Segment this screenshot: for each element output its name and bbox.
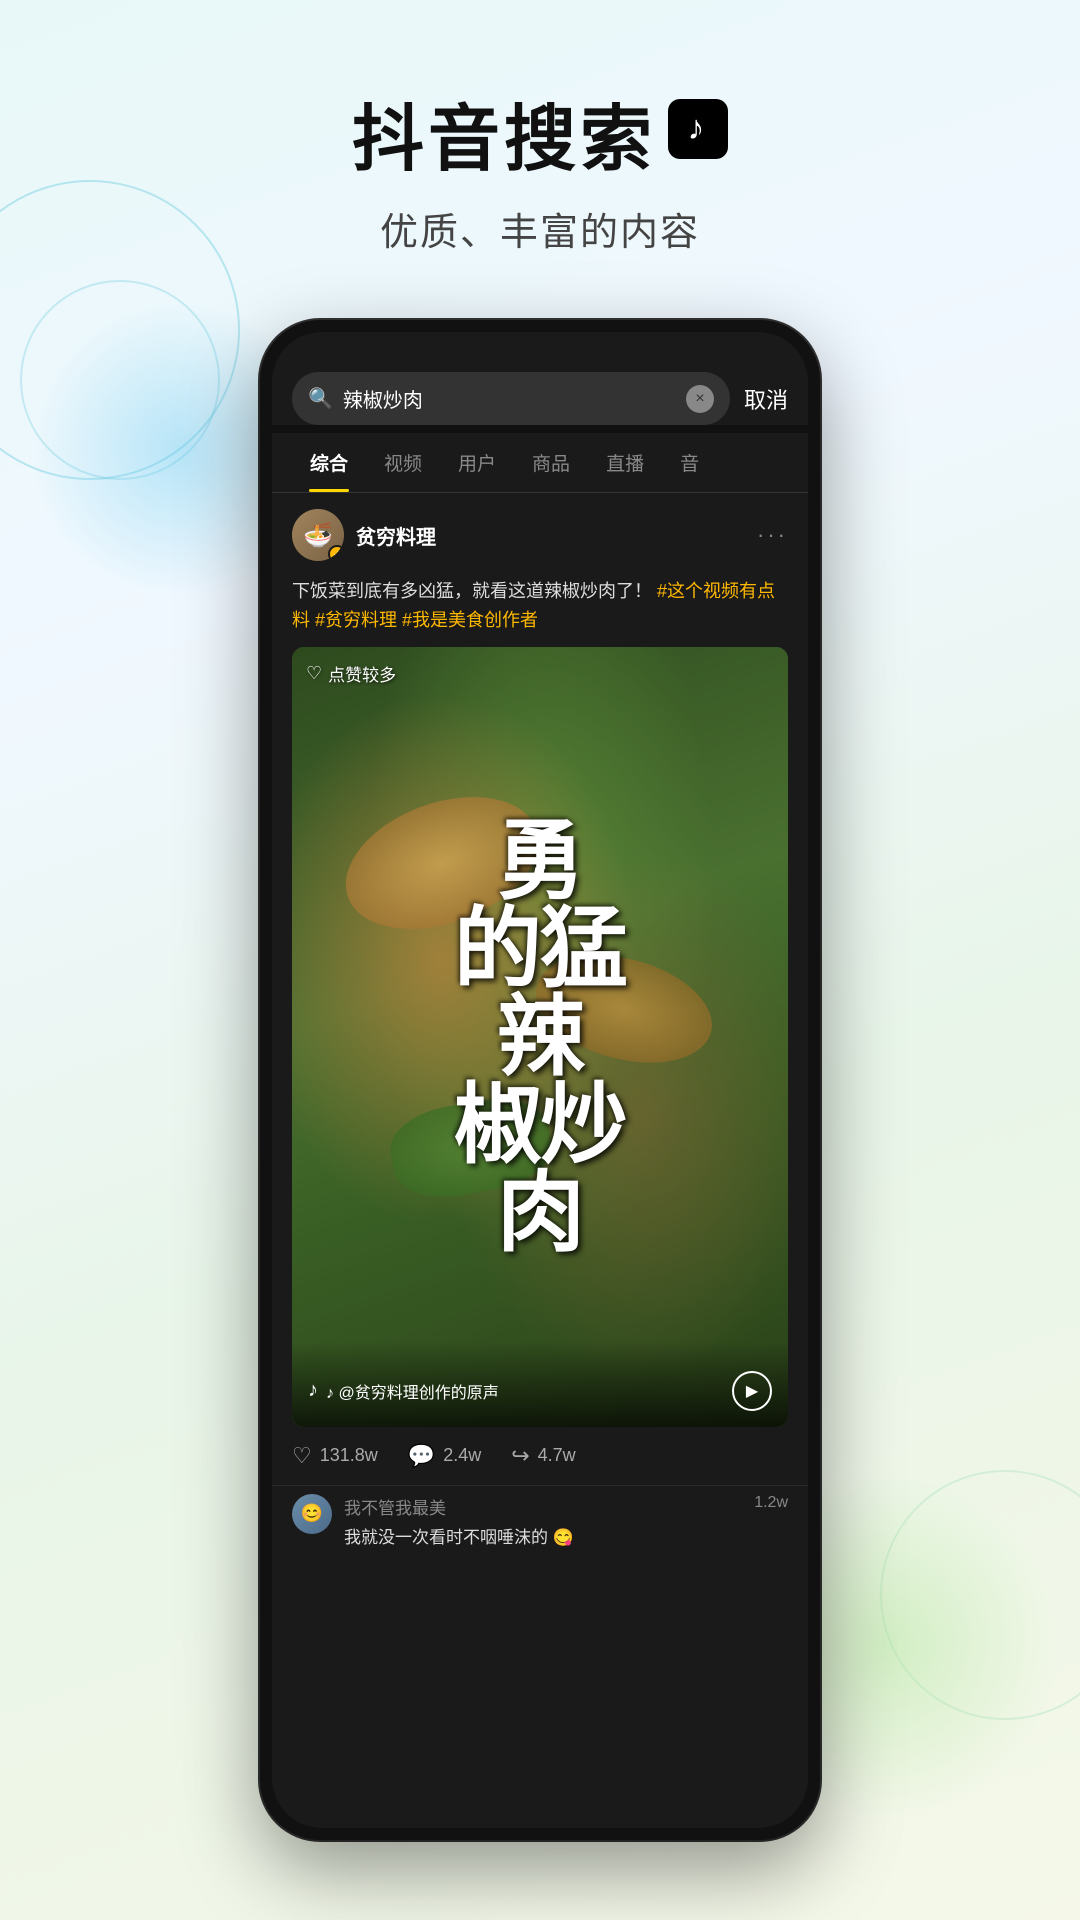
post-menu-button[interactable]: ···: [757, 522, 788, 548]
tab-audio[interactable]: 音: [662, 433, 717, 492]
post-desc-text: 下饭菜到底有多凶猛，就看这道辣椒炒肉了！: [292, 581, 652, 601]
video-title-overlay: 勇的猛辣椒炒肉: [317, 817, 763, 1257]
post-stats: ♡ 131.8w 💬 2.4w ↪ 4.7w: [272, 1427, 808, 1485]
search-query-text: 辣椒炒肉: [343, 384, 676, 413]
video-thumbnail[interactable]: 勇的猛辣椒炒肉 ♡ 点赞较多 ♪ ♪ @贫穷料理创作的原声: [292, 647, 788, 1427]
app-subtitle: 优质、丰富的内容: [0, 201, 1080, 256]
tab-user[interactable]: 用户: [440, 433, 514, 492]
comment-stat-icon: 💬: [408, 1443, 435, 1469]
commenter-name: 我不管我最美: [344, 1494, 736, 1519]
phone-screen: 🔍 辣椒炒肉 × 取消 综合 视频 用户: [272, 332, 808, 1828]
heart-icon: ♡: [306, 663, 322, 684]
search-results: 🍜 ✓ 贫穷料理 ··· 下饭菜到底有多凶猛，就看这道辣椒炒肉了！ #这个视频有…: [272, 493, 808, 1828]
comment-item: 😊 我不管我最美 我就没一次看时不咽唾沫的 😋 1.2w: [272, 1485, 808, 1556]
phone-frame: 🔍 辣椒炒肉 × 取消 综合 视频 用户: [260, 320, 820, 1840]
commenter-avatar: 😊: [292, 1494, 332, 1534]
likes-badge: ♡ 点赞较多: [306, 661, 396, 686]
app-header: 抖音搜索 优质、丰富的内容: [0, 0, 1080, 296]
likes-badge-text: 点赞较多: [328, 661, 396, 686]
comment-content: 我不管我最美 我就没一次看时不咽唾沫的 😋: [344, 1494, 736, 1548]
bg-decoration-circle-3: [880, 1470, 1080, 1720]
tab-live[interactable]: 直播: [588, 433, 662, 492]
stat-shares[interactable]: ↪ 4.7w: [511, 1443, 575, 1469]
video-bg: 勇的猛辣椒炒肉: [292, 647, 788, 1427]
heart-stat-icon: ♡: [292, 1443, 312, 1469]
tiktok-logo-icon: [668, 99, 728, 159]
comment-text: 我就没一次看时不咽唾沫的 😋: [344, 1523, 736, 1548]
title-text: 抖音搜索: [352, 80, 656, 185]
search-bar-area: 🔍 辣椒炒肉 × 取消: [272, 332, 808, 425]
phone-mockup: 🔍 辣椒炒肉 × 取消 综合 视频 用户: [260, 320, 820, 1840]
search-input-wrap[interactable]: 🔍 辣椒炒肉 ×: [292, 372, 730, 425]
verified-badge: ✓: [328, 545, 344, 561]
tiktok-note-icon: ♪: [308, 1379, 318, 1402]
audio-text: ♪ @贫穷料理创作的原声: [326, 1379, 499, 1403]
video-footer: ♪ ♪ @贫穷料理创作的原声 ▶: [292, 1341, 788, 1427]
tab-video[interactable]: 视频: [366, 433, 440, 492]
tab-comprehensive[interactable]: 综合: [292, 433, 366, 492]
app-title: 抖音搜索: [0, 80, 1080, 185]
author-name: 贫穷料理: [356, 521, 436, 550]
clear-icon: ×: [695, 390, 704, 408]
comment-likes-count: 1.2w: [748, 1494, 788, 1512]
audio-info[interactable]: ♪ ♪ @贫穷料理创作的原声: [308, 1379, 499, 1403]
stat-comments[interactable]: 💬 2.4w: [408, 1443, 481, 1469]
post-author[interactable]: 🍜 ✓ 贫穷料理: [292, 509, 436, 561]
stat-likes[interactable]: ♡ 131.8w: [292, 1443, 378, 1469]
shares-count: 4.7w: [538, 1445, 576, 1466]
avatar: 🍜 ✓: [292, 509, 344, 561]
tab-product[interactable]: 商品: [514, 433, 588, 492]
search-tabs: 综合 视频 用户 商品 直播 音: [272, 433, 808, 493]
search-cancel-button[interactable]: 取消: [744, 383, 788, 415]
comments-count: 2.4w: [443, 1445, 481, 1466]
share-stat-icon: ↪: [511, 1443, 529, 1469]
likes-count: 131.8w: [320, 1445, 378, 1466]
search-clear-button[interactable]: ×: [686, 385, 714, 413]
post-description: 下饭菜到底有多凶猛，就看这道辣椒炒肉了！ #这个视频有点料 #贫穷料理 #我是美…: [272, 577, 808, 647]
play-button[interactable]: ▶: [732, 1371, 772, 1411]
bg-decoration-circle-2: [20, 280, 220, 480]
post-header: 🍜 ✓ 贫穷料理 ···: [272, 493, 808, 577]
search-icon: 🔍: [308, 386, 333, 411]
